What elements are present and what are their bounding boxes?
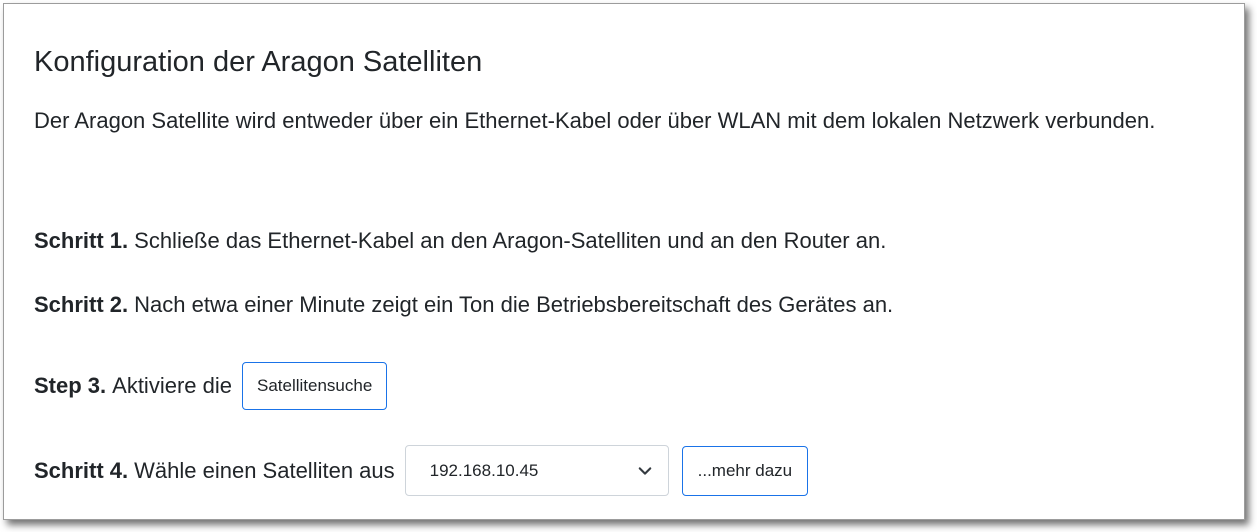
step-3-label: Step 3.: [34, 373, 107, 398]
step-2-label: Schritt 2.: [34, 292, 129, 317]
step-3: Step 3. Aktiviere die Satellitensuche: [34, 362, 388, 410]
step-2: Schritt 2. Nach etwa einer Minute zeigt …: [34, 287, 893, 323]
satellite-select-value: 192.168.10.45: [429, 460, 539, 480]
step-2-text: Nach etwa einer Minute zeigt ein Ton die…: [134, 292, 894, 317]
page-title: Konfiguration der Aragon Satelliten: [34, 46, 483, 78]
more-info-button[interactable]: ...mehr dazu: [681, 445, 809, 496]
chevron-down-icon: [638, 466, 651, 475]
satellite-search-button[interactable]: Satellitensuche: [241, 362, 388, 410]
satellite-select[interactable]: 192.168.10.45: [404, 445, 669, 496]
step-3-text: Aktiviere die: [112, 373, 232, 398]
step-1-label: Schritt 1.: [34, 228, 129, 253]
step-4-label: Schritt 4.: [34, 457, 129, 483]
step-1-text: Schließe das Ethernet-Kabel an den Arago…: [134, 228, 887, 253]
step-4: Schritt 4. Wähle einen Satelliten aus 19…: [34, 445, 809, 496]
step-1: Schritt 1. Schließe das Ethernet-Kabel a…: [34, 223, 886, 259]
intro-text: Der Aragon Satellite wird entweder über …: [34, 108, 1156, 133]
step-4-text: Wähle einen Satelliten aus: [134, 457, 395, 483]
configuration-panel: Konfiguration der Aragon Satelliten Der …: [3, 3, 1245, 520]
